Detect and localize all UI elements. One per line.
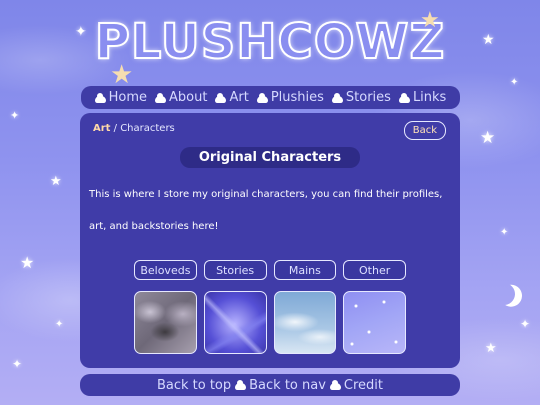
site-logo[interactable]: PLUSHCOWZ ★ ★ bbox=[0, 8, 540, 90]
nav-label: Links bbox=[412, 90, 447, 105]
nav-plushies[interactable]: Plushies bbox=[256, 90, 324, 105]
category-button-stories[interactable]: Stories bbox=[203, 260, 267, 280]
category-button-beloveds[interactable]: Beloveds bbox=[134, 260, 197, 280]
category-buttons: Beloveds Stories Mains Other bbox=[134, 260, 406, 280]
category-button-mains[interactable]: Mains bbox=[273, 260, 337, 280]
main-nav: Home About Art Plushies Stories Links bbox=[81, 86, 460, 109]
nav-links[interactable]: Links bbox=[398, 90, 447, 105]
page-title: Original Characters bbox=[180, 147, 360, 168]
cloud-icon bbox=[215, 92, 227, 103]
breadcrumb: Art / Characters bbox=[93, 123, 175, 134]
nav-art[interactable]: Art bbox=[215, 90, 249, 105]
nav-about[interactable]: About bbox=[155, 90, 207, 105]
star-icon: ✦ bbox=[12, 357, 23, 371]
back-button[interactable]: Back bbox=[403, 121, 446, 140]
star-icon: ★ bbox=[480, 128, 496, 148]
thumbnail-beloveds[interactable] bbox=[134, 291, 197, 354]
moon-icon bbox=[490, 280, 518, 308]
logo-text: PLUSHCOWZ bbox=[94, 13, 446, 71]
nav-home[interactable]: Home bbox=[94, 90, 148, 105]
content-panel: Art / Characters Back Original Character… bbox=[80, 113, 460, 368]
breadcrumb-current: Characters bbox=[120, 123, 175, 134]
star-icon: ✦ bbox=[10, 109, 20, 122]
footer-back-to-top[interactable]: Back to top bbox=[157, 378, 231, 393]
cloud-icon bbox=[155, 92, 167, 103]
nav-label: Art bbox=[229, 90, 249, 105]
star-icon: ✦ bbox=[520, 317, 531, 331]
breadcrumb-link-art[interactable]: Art bbox=[93, 123, 110, 134]
cloud-icon bbox=[331, 92, 343, 103]
star-icon: ✦ bbox=[500, 227, 509, 238]
intro-text: This is where I store my original charac… bbox=[89, 189, 443, 232]
star-icon: ★ bbox=[485, 341, 497, 356]
star-icon: ★ bbox=[50, 174, 62, 189]
nav-label: Home bbox=[108, 90, 148, 105]
nav-label: Stories bbox=[345, 90, 391, 105]
footer-label: Back to nav bbox=[249, 377, 326, 393]
cloud-icon bbox=[329, 380, 341, 390]
nav-label: Plushies bbox=[270, 90, 324, 105]
thumbnail-stories[interactable] bbox=[203, 291, 267, 354]
breadcrumb-separator: / bbox=[110, 123, 121, 134]
category-button-other[interactable]: Other bbox=[343, 260, 406, 280]
star-icon: ✦ bbox=[510, 77, 519, 88]
star-icon: ★ bbox=[20, 253, 35, 272]
cloud-icon bbox=[398, 92, 410, 103]
cloud-icon bbox=[94, 92, 106, 103]
footer-nav: Back to top Back to nav Credit bbox=[80, 374, 460, 396]
category-thumbnails bbox=[134, 291, 406, 354]
thumbnail-other[interactable] bbox=[343, 291, 406, 354]
nav-label: About bbox=[169, 90, 208, 105]
cloud-icon bbox=[235, 380, 247, 390]
footer-label: Back to top bbox=[156, 377, 232, 393]
footer-back-to-nav[interactable]: Back to nav bbox=[235, 378, 326, 393]
star-icon: ★ bbox=[420, 8, 440, 33]
nav-stories[interactable]: Stories bbox=[331, 90, 391, 105]
footer-label: Credit bbox=[343, 377, 384, 393]
cloud-icon bbox=[256, 92, 268, 103]
thumbnail-mains[interactable] bbox=[273, 291, 337, 354]
footer-credit[interactable]: Credit bbox=[329, 377, 384, 393]
star-icon: ✦ bbox=[55, 319, 64, 330]
